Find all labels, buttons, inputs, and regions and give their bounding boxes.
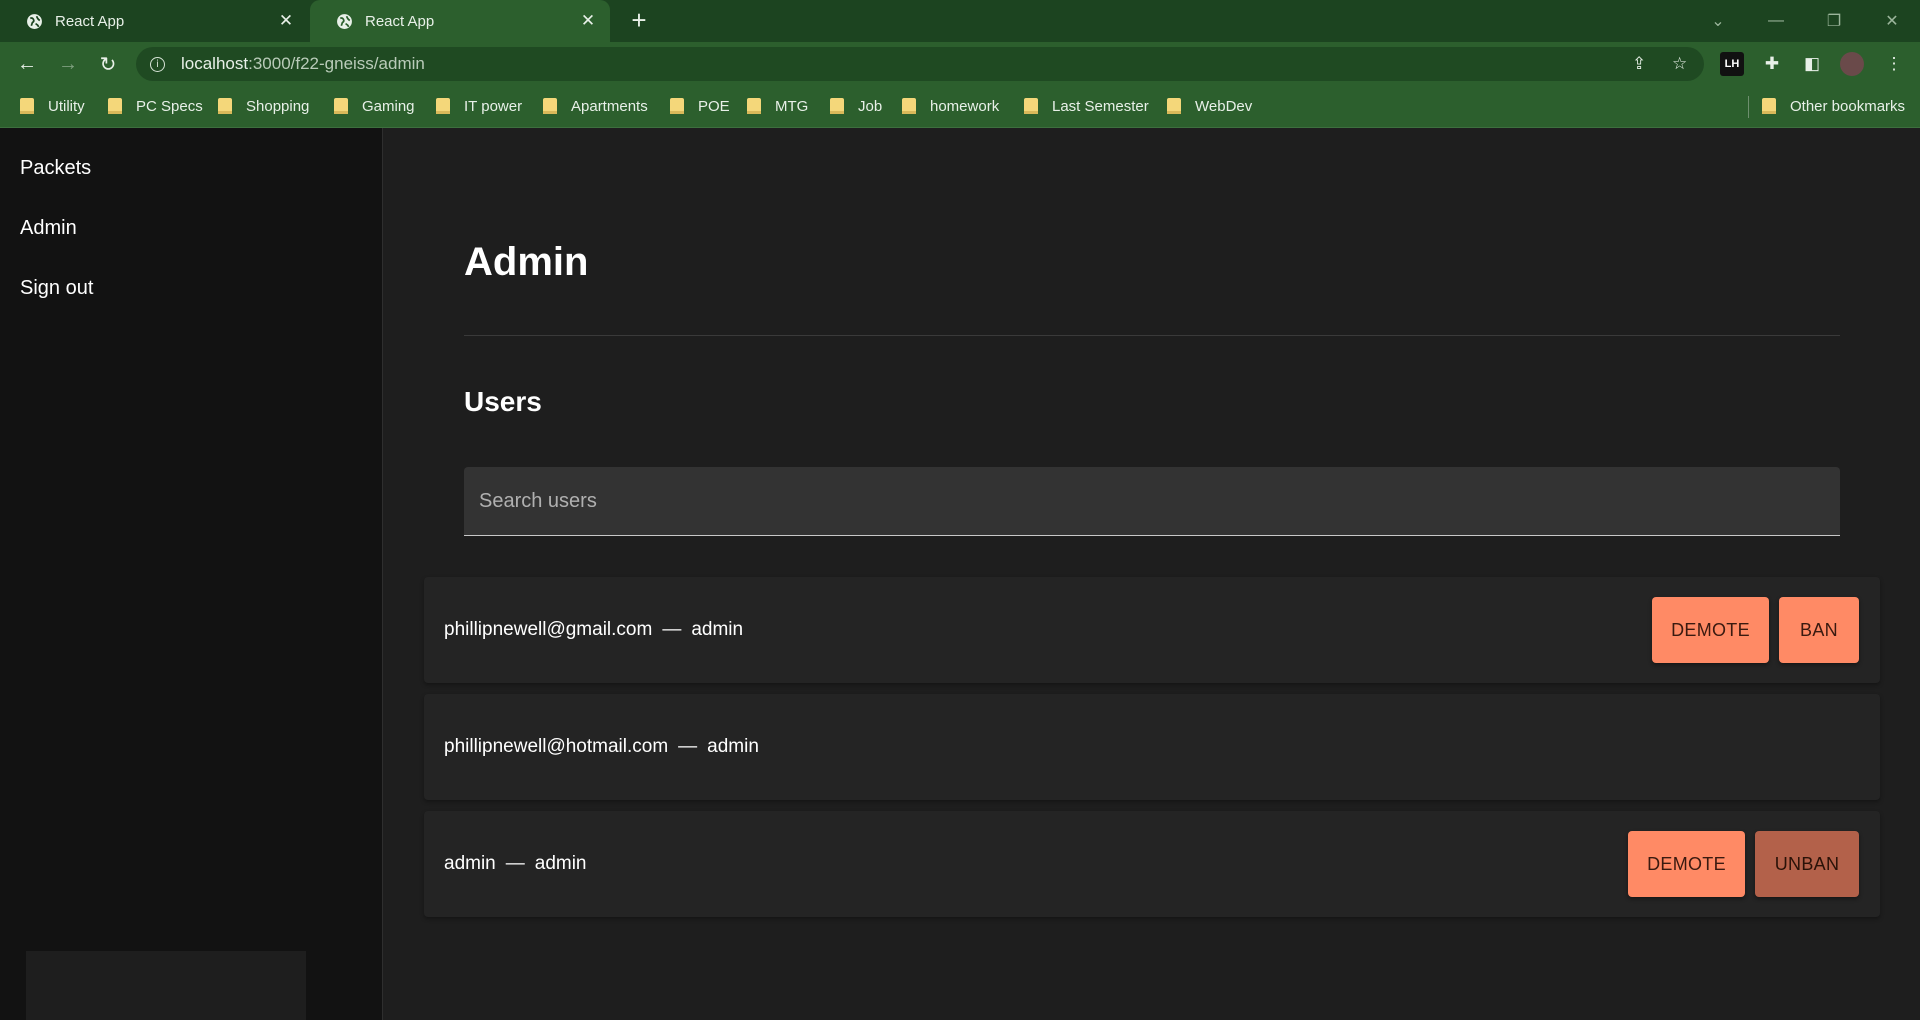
section-title-users: Users — [464, 386, 542, 417]
tab-title: React App — [55, 12, 125, 30]
user-email: phillipnewell@hotmail.com — [444, 736, 669, 757]
sidebar-footer-panel — [26, 951, 306, 1020]
main-content: Admin Users phillipnewell@gmail.com — ad… — [384, 128, 1920, 1020]
folder-icon — [1024, 98, 1038, 114]
user-email: phillipnewell@gmail.com — [444, 619, 653, 640]
user-row: phillipnewell@hotmail.com — admin — [424, 694, 1880, 800]
bookmark-folder[interactable]: Shopping — [218, 86, 309, 126]
user-row: admin — admin DEMOTE UNBAN — [424, 811, 1880, 917]
tab-search-chevron-icon[interactable]: ⌄ — [1690, 0, 1746, 42]
share-icon[interactable]: ⇪ — [1632, 47, 1646, 81]
browser-toolbar: ← → ↻ i localhost:3000/f22-gneiss/admin … — [0, 42, 1920, 86]
globe-icon — [337, 13, 352, 29]
bookmark-folder[interactable]: Apartments — [543, 86, 648, 126]
close-window-icon[interactable]: ✕ — [1864, 0, 1920, 42]
restore-icon[interactable]: ❐ — [1806, 0, 1862, 42]
profile-avatar-icon[interactable] — [1840, 52, 1864, 76]
folder-icon — [830, 98, 844, 114]
folder-icon — [747, 98, 761, 114]
folder-icon — [1762, 98, 1776, 114]
page-content: Packets Admin Sign out Admin Users phill… — [0, 128, 1920, 1020]
bookmark-folder[interactable]: POE — [670, 86, 730, 126]
url-text[interactable]: localhost:3000/f22-gneiss/admin — [181, 54, 425, 74]
tab-react-app-2[interactable]: React App ✕ — [310, 0, 610, 42]
sidebar-item-admin[interactable]: Admin — [20, 217, 77, 240]
close-tab-icon[interactable]: ✕ — [276, 11, 296, 31]
folder-icon — [543, 98, 557, 114]
folder-icon — [334, 98, 348, 114]
bookmark-folder[interactable]: MTG — [747, 86, 808, 126]
back-arrow-icon[interactable]: ← — [13, 50, 41, 78]
sidebar-item-packets[interactable]: Packets — [20, 157, 91, 180]
tab-strip: React App ✕ React App ✕ + ⌄ — ❐ ✕ — [0, 0, 1920, 42]
sidebar: Packets Admin Sign out — [0, 128, 383, 1020]
bookmarks-bar: Utility PC Specs Shopping Gaming IT powe… — [0, 86, 1920, 128]
minimize-icon[interactable]: — — [1748, 0, 1804, 42]
search-users-input[interactable] — [464, 467, 1840, 535]
user-info: phillipnewell@gmail.com — admin — [444, 577, 743, 683]
bookmark-folder[interactable]: Utility — [20, 86, 85, 126]
demote-button[interactable]: DEMOTE — [1652, 597, 1769, 663]
browser-window: React App ✕ React App ✕ + ⌄ — ❐ ✕ ← → ↻ … — [0, 0, 1920, 1020]
tab-title: React App — [365, 12, 435, 30]
unban-button[interactable]: UNBAN — [1755, 831, 1859, 897]
bookmark-folder[interactable]: IT power — [436, 86, 522, 126]
lighthouse-extension-icon[interactable]: LH — [1720, 52, 1744, 76]
separator-dash: — — [505, 853, 525, 874]
search-users-field[interactable] — [464, 467, 1840, 536]
close-tab-icon[interactable]: ✕ — [578, 11, 598, 31]
bookmarks-divider — [1748, 96, 1749, 118]
user-row: phillipnewell@gmail.com — admin DEMOTE B… — [424, 577, 1880, 683]
folder-icon — [20, 98, 34, 114]
folder-icon — [108, 98, 122, 114]
bookmark-folder[interactable]: Last Semester — [1024, 86, 1149, 126]
bookmark-star-icon[interactable]: ☆ — [1672, 47, 1687, 81]
menu-kebab-icon[interactable]: ⋮ — [1882, 52, 1906, 76]
new-tab-plus-icon[interactable]: + — [625, 6, 653, 34]
bookmark-folder[interactable]: Job — [830, 86, 882, 126]
folder-icon — [1167, 98, 1181, 114]
extensions-puzzle-icon[interactable]: ✚ — [1760, 52, 1784, 76]
forward-arrow-icon[interactable]: → — [54, 50, 82, 78]
globe-icon — [27, 13, 42, 29]
user-info: phillipnewell@hotmail.com — admin — [444, 694, 759, 800]
folder-icon — [436, 98, 450, 114]
bookmark-folder[interactable]: PC Specs — [108, 86, 203, 126]
demote-button[interactable]: DEMOTE — [1628, 831, 1745, 897]
user-info: admin — admin — [444, 811, 587, 917]
user-role: admin — [534, 853, 587, 874]
user-role: admin — [707, 736, 759, 757]
separator-dash: — — [662, 619, 682, 640]
page-title: Admin — [464, 240, 589, 284]
side-panel-icon[interactable]: ◧ — [1800, 52, 1824, 76]
tab-react-app-1[interactable]: React App ✕ — [0, 0, 308, 42]
bookmark-folder[interactable]: WebDev — [1167, 86, 1252, 126]
title-divider — [464, 335, 1840, 336]
bookmark-folder[interactable]: homework — [902, 86, 999, 126]
other-bookmarks[interactable]: Other bookmarks — [1762, 86, 1905, 126]
folder-icon — [670, 98, 684, 114]
ban-button[interactable]: BAN — [1779, 597, 1859, 663]
sidebar-item-sign-out[interactable]: Sign out — [20, 277, 93, 300]
user-email: admin — [444, 853, 496, 874]
folder-icon — [218, 98, 232, 114]
user-role: admin — [691, 619, 744, 640]
reload-icon[interactable]: ↻ — [94, 50, 122, 78]
bookmark-folder[interactable]: Gaming — [334, 86, 415, 126]
folder-icon — [902, 98, 916, 114]
address-bar[interactable]: i localhost:3000/f22-gneiss/admin ⇪ ☆ — [136, 47, 1704, 81]
site-info-icon[interactable]: i — [150, 56, 165, 72]
separator-dash: — — [678, 736, 698, 757]
